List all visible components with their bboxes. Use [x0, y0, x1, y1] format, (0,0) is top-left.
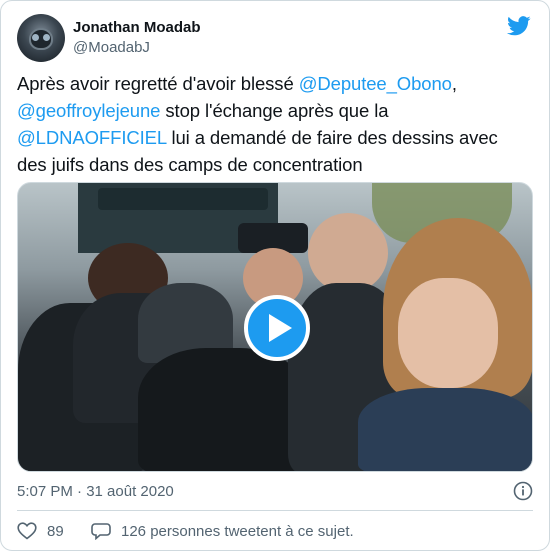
retweet-info-text: 126 personnes tweetent à ce sujet. — [121, 522, 354, 540]
play-button[interactable] — [244, 295, 310, 361]
twitter-bird-icon[interactable] — [507, 16, 531, 36]
tweet-text-segment: Après avoir regretté d'avoir blessé — [17, 73, 299, 94]
tweet-text: Après avoir regretté d'avoir blessé @Dep… — [17, 70, 522, 178]
info-icon[interactable] — [513, 481, 533, 501]
tweet-card: Jonathan Moadab @MoadabJ Après avoir reg… — [0, 0, 550, 551]
author-name[interactable]: Jonathan Moadab — [73, 19, 201, 36]
retweet-info-link[interactable]: 126 personnes tweetent à ce sujet. — [91, 522, 354, 540]
avatar[interactable] — [17, 14, 65, 62]
like-count: 89 — [47, 522, 64, 540]
tweet-text-segment: stop l'échange après que la — [160, 100, 389, 121]
tweet-text-segment: , — [451, 73, 457, 94]
divider — [17, 510, 533, 511]
mention-link[interactable]: @LDNAOFFICIEL — [17, 127, 167, 148]
like-button[interactable]: 89 — [17, 522, 64, 540]
speech-bubble-icon — [91, 523, 111, 540]
mention-link[interactable]: @Deputee_Obono — [299, 73, 452, 94]
play-icon — [269, 314, 292, 342]
tweet-timestamp[interactable]: 5:07 PM · 31 août 2020 — [17, 483, 174, 500]
mention-link[interactable]: @geoffroylejeune — [17, 100, 160, 121]
author-handle[interactable]: @MoadabJ — [73, 39, 150, 56]
video-thumbnail[interactable] — [17, 182, 533, 472]
heart-icon — [17, 522, 37, 540]
